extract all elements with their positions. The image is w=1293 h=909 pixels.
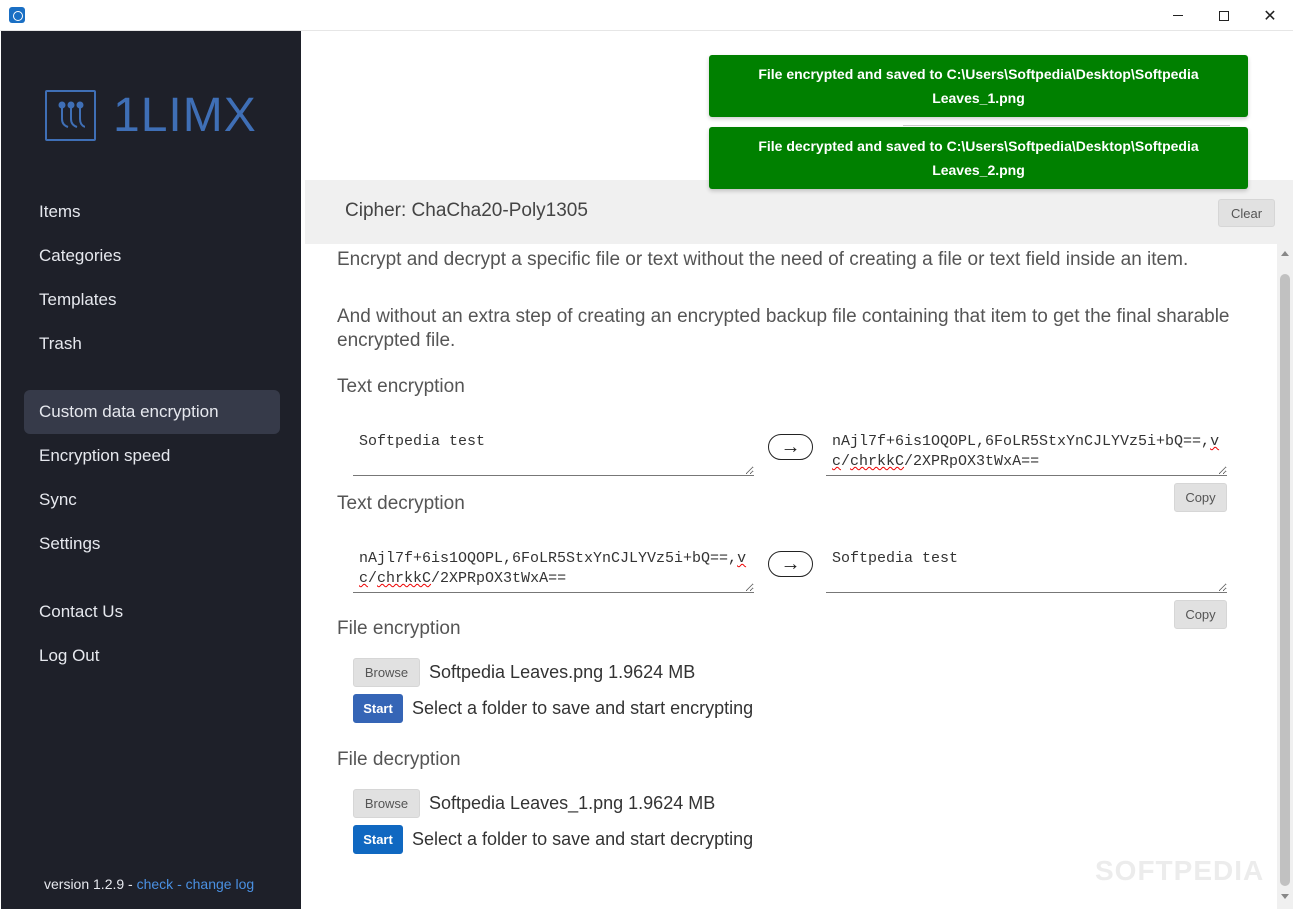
nav-primary: Items Categories Templates Trash bbox=[24, 190, 280, 366]
copy-decrypted-button[interactable]: Copy bbox=[1174, 600, 1227, 629]
maximize-button[interactable] bbox=[1201, 0, 1247, 31]
encrypt-arrow-button[interactable]: → bbox=[768, 434, 813, 460]
copy-encrypted-button[interactable]: Copy bbox=[1174, 483, 1227, 512]
sidebar-item-encryption-speed[interactable]: Encryption speed bbox=[24, 434, 280, 478]
decrypt-file-info: Softpedia Leaves_1.png 1.9624 MB bbox=[429, 793, 716, 813]
cipher-bar: Cipher: ChaCha20-Poly1305 Clear bbox=[305, 180, 1293, 244]
close-button[interactable]: ✕ bbox=[1247, 0, 1293, 31]
file-decryption-browse-row: Browse Softpedia Leaves_1.png 1.9624 MB bbox=[353, 789, 715, 818]
text-encryption-input[interactable]: Softpedia test bbox=[353, 422, 754, 476]
changelog-link[interactable]: change log bbox=[186, 876, 255, 892]
decrypt-start-hint: Select a folder to save and start decryp… bbox=[412, 829, 754, 849]
main-panel: File encrypted and saved to C:\Users\Sof… bbox=[305, 31, 1293, 909]
sidebar-item-templates[interactable]: Templates bbox=[24, 278, 280, 322]
decrypt-arrow-button[interactable]: → bbox=[768, 551, 813, 577]
version-info: version 1.2.9 - check - change log bbox=[44, 876, 254, 892]
sidebar-item-categories[interactable]: Categories bbox=[24, 234, 280, 278]
version-label: version 1.2.9 - bbox=[44, 876, 137, 892]
toast-backdrop bbox=[903, 116, 1230, 126]
main-scrollbar[interactable] bbox=[1277, 244, 1293, 909]
file-decryption-title: File decryption bbox=[337, 749, 461, 770]
input-part-4: chrkkC bbox=[377, 570, 432, 587]
sidebar-item-custom-data-encryption[interactable]: Custom data encryption bbox=[24, 390, 280, 434]
intro-paragraph-2: And without an extra step of creating an… bbox=[337, 306, 1230, 351]
toast-decrypted[interactable]: File decrypted and saved to C:\Users\Sof… bbox=[709, 127, 1248, 189]
output-part-3: / bbox=[841, 453, 851, 470]
input-part-3: / bbox=[368, 570, 378, 587]
scroll-down-icon[interactable] bbox=[1281, 894, 1289, 899]
browse-decrypt-button[interactable]: Browse bbox=[353, 789, 420, 818]
intro-paragraph-1: Encrypt and decrypt a specific file or t… bbox=[337, 249, 1189, 270]
text-encryption-output[interactable]: nAjl7f+6is1OQOPL,6FoLR5StxYnCJLYVz5i+bQ=… bbox=[826, 422, 1227, 476]
text-decryption-output[interactable]: Softpedia test bbox=[826, 539, 1227, 593]
logo-icon bbox=[45, 90, 96, 141]
minimize-button[interactable] bbox=[1155, 0, 1201, 31]
encrypt-file-info: Softpedia Leaves.png 1.9624 MB bbox=[429, 662, 696, 682]
toast-encrypted[interactable]: File encrypted and saved to C:\Users\Sof… bbox=[709, 55, 1248, 117]
file-encryption-start-row: Start Select a folder to save and start … bbox=[353, 694, 753, 723]
close-icon: ✕ bbox=[1263, 7, 1277, 25]
scroll-thumb[interactable] bbox=[1280, 274, 1290, 886]
encrypt-start-hint: Select a folder to save and start encryp… bbox=[412, 698, 754, 718]
input-part-5: /2XPRpOX3tWxA== bbox=[431, 570, 567, 587]
file-encryption-browse-row: Browse Softpedia Leaves.png 1.9624 MB bbox=[353, 658, 695, 687]
output-part-5: /2XPRpOX3tWxA== bbox=[904, 453, 1040, 470]
sidebar-item-sync[interactable]: Sync bbox=[24, 478, 280, 522]
minimize-icon bbox=[1173, 15, 1183, 16]
scroll-up-icon[interactable] bbox=[1281, 251, 1289, 256]
version-separator: - bbox=[173, 876, 186, 892]
check-link[interactable]: check bbox=[137, 876, 174, 892]
sidebar-item-contact-us[interactable]: Contact Us bbox=[24, 590, 280, 634]
input-part-1: nAjl7f+6is1OQOPL,6FoLR5StxYnCJLYVz5i+bQ=… bbox=[359, 550, 738, 567]
text-encryption-title: Text encryption bbox=[337, 376, 465, 397]
cipher-label: Cipher: ChaCha20-Poly1305 bbox=[345, 200, 588, 221]
sidebar-item-trash[interactable]: Trash bbox=[24, 322, 280, 366]
logo-text: 1LIMX bbox=[113, 88, 257, 142]
clear-button[interactable]: Clear bbox=[1218, 199, 1275, 227]
maximize-icon bbox=[1219, 10, 1229, 21]
logo: 1LIMX bbox=[45, 90, 257, 141]
browse-encrypt-button[interactable]: Browse bbox=[353, 658, 420, 687]
text-decryption-input[interactable]: nAjl7f+6is1OQOPL,6FoLR5StxYnCJLYVz5i+bQ=… bbox=[353, 539, 754, 593]
nav-secondary: Custom data encryption Encryption speed … bbox=[24, 390, 280, 566]
nav-tertiary: Contact Us Log Out bbox=[24, 590, 280, 678]
output-part-4: chrkkC bbox=[850, 453, 905, 470]
output-part-1: nAjl7f+6is1OQOPL,6FoLR5StxYnCJLYVz5i+bQ=… bbox=[832, 433, 1211, 450]
sidebar-item-items[interactable]: Items bbox=[24, 190, 280, 234]
sidebar-item-log-out[interactable]: Log Out bbox=[24, 634, 280, 678]
text-decryption-title: Text decryption bbox=[337, 493, 465, 514]
file-decryption-start-row: Start Select a folder to save and start … bbox=[353, 825, 753, 854]
sidebar-item-settings[interactable]: Settings bbox=[24, 522, 280, 566]
watermark: SOFTPEDIA bbox=[1095, 855, 1265, 886]
window-titlebar: ✕ bbox=[0, 0, 1293, 31]
start-decrypt-button[interactable]: Start bbox=[353, 825, 403, 854]
app-icon bbox=[9, 7, 25, 23]
file-encryption-title: File encryption bbox=[337, 618, 461, 639]
sidebar: 1LIMX Items Categories Templates Trash C… bbox=[1, 31, 301, 909]
start-encrypt-button[interactable]: Start bbox=[353, 694, 403, 723]
